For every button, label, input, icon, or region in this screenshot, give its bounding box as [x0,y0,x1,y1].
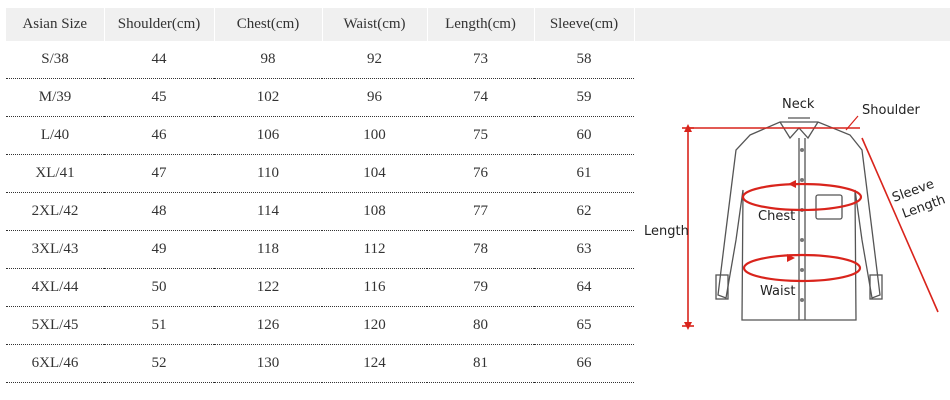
shirt-buttons [800,148,804,302]
cell-shoulder: 45 [104,78,214,117]
cell-waist: 92 [322,41,427,79]
cell-sleeve: 59 [534,78,634,117]
column-header-sleeve: Sleeve(cm) [534,8,635,41]
waist-label: Waist [760,284,795,299]
cell-sleeve: 66 [534,344,634,383]
cell-size: L/40 [6,116,104,155]
cell-length: 80 [427,306,534,345]
cell-sleeve: 61 [534,154,634,193]
cell-length: 75 [427,116,534,155]
table-row: 6XL/46 52 130 124 81 66 [6,344,634,383]
header-strip [634,8,950,41]
cell-shoulder: 52 [104,344,214,383]
cell-chest: 122 [214,268,322,307]
cell-sleeve: 63 [534,230,634,269]
cell-chest: 114 [214,192,322,231]
cell-chest: 126 [214,306,322,345]
cell-chest: 110 [214,154,322,193]
column-header-asian-size: Asian Size [6,8,105,41]
cell-length: 77 [427,192,534,231]
cell-size: 6XL/46 [6,344,104,383]
cell-chest: 106 [214,116,322,155]
cell-sleeve: 65 [534,306,634,345]
cell-waist: 96 [322,78,427,117]
cell-waist: 104 [322,154,427,193]
table-row: XL/41 47 110 104 76 61 [6,154,634,193]
cell-shoulder: 46 [104,116,214,155]
cell-shoulder: 49 [104,230,214,269]
cell-sleeve: 60 [534,116,634,155]
column-header-length: Length(cm) [427,8,535,41]
cell-waist: 116 [322,268,427,307]
cell-size: 4XL/44 [6,268,104,307]
cell-length: 76 [427,154,534,193]
cell-chest: 118 [214,230,322,269]
cell-length: 78 [427,230,534,269]
cell-waist: 112 [322,230,427,269]
cell-size: 5XL/45 [6,306,104,345]
cell-shoulder: 48 [104,192,214,231]
column-header-waist: Waist(cm) [322,8,428,41]
cell-sleeve: 58 [534,41,634,79]
cell-shoulder: 50 [104,268,214,307]
sleeve-measure-line [861,137,939,313]
chest-measure-ellipse [741,182,863,212]
chest-label: Chest [758,209,795,224]
shirt-icon [715,117,883,321]
shirt-measurement-diagram: Neck Shoulder Sleeve Length Chest Length… [644,97,948,330]
cell-size: S/38 [6,41,104,79]
table-header-row: Asian Size Shoulder(cm) Chest(cm) Waist(… [6,8,635,41]
cell-sleeve: 64 [534,268,634,307]
cell-waist: 124 [322,344,427,383]
column-header-shoulder: Shoulder(cm) [104,8,215,41]
table-row: M/39 45 102 96 74 59 [6,78,634,117]
cell-shoulder: 44 [104,41,214,79]
cell-chest: 130 [214,344,322,383]
neck-label: Neck [782,97,815,112]
cell-size: M/39 [6,78,104,117]
cell-waist: 120 [322,306,427,345]
table-row: 5XL/45 51 126 120 80 65 [6,306,634,345]
table-row: 4XL/44 50 122 116 79 64 [6,268,634,307]
table-row: L/40 46 106 100 75 60 [6,116,634,155]
table-row: S/38 44 98 92 73 58 [6,41,634,79]
shoulder-label: Shoulder [862,103,921,118]
cell-size: 2XL/42 [6,192,104,231]
cell-waist: 100 [322,116,427,155]
cell-length: 74 [427,78,534,117]
cell-length: 79 [427,268,534,307]
column-header-chest: Chest(cm) [214,8,323,41]
cell-sleeve: 62 [534,192,634,231]
cell-waist: 108 [322,192,427,231]
cell-size: XL/41 [6,154,104,193]
cell-size: 3XL/43 [6,230,104,269]
table-row: 3XL/43 49 118 112 78 63 [6,230,634,269]
cell-chest: 102 [214,78,322,117]
size-chart-table: Asian Size Shoulder(cm) Chest(cm) Waist(… [6,8,635,383]
table-row: 2XL/42 48 114 108 77 62 [6,192,634,231]
table-body: S/38 44 98 92 73 58 M/39 45 102 96 74 59 L/40 46 106 10… [6,41,634,383]
cell-shoulder: 51 [104,306,214,345]
cell-chest: 98 [214,41,322,79]
cell-shoulder: 47 [104,154,214,193]
cell-length: 73 [427,41,534,79]
length-label: Length [644,224,689,239]
cell-length: 81 [427,344,534,383]
